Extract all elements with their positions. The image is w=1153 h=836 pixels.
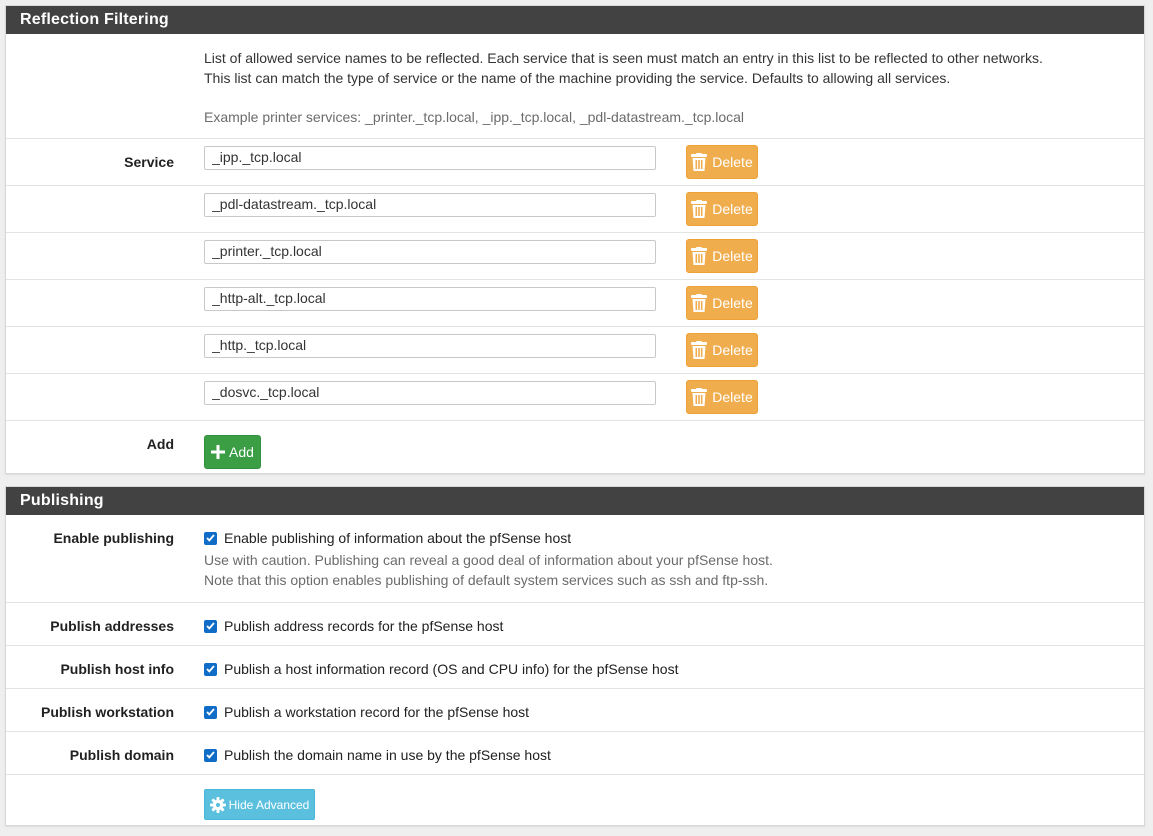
trash-icon (691, 388, 708, 406)
delete-label: Delete (712, 248, 753, 264)
enable-publishing-checkbox[interactable] (204, 531, 217, 545)
service-row: Delete (6, 233, 1144, 280)
publish-domain-content: Publish the domain name in use by the pf… (204, 747, 551, 763)
add-button[interactable]: Add (204, 435, 261, 469)
panel-title-publishing: Publishing (6, 487, 1144, 515)
reflection-description-row: List of allowed service names to be refl… (6, 34, 1144, 139)
publish-workstation-content: Publish a workstation record for the pfS… (204, 704, 529, 720)
delete-label: Delete (712, 295, 753, 311)
publish-addresses-content: Publish address records for the pfSense … (204, 618, 503, 634)
publish-domain-row: Publish domain Publish the domain name i… (6, 732, 1144, 775)
plus-icon (211, 445, 226, 459)
service-input[interactable] (204, 146, 656, 170)
service-row: Delete (6, 327, 1144, 374)
publish-addresses-label: Publish addresses (50, 618, 174, 634)
delete-button[interactable]: Delete (686, 192, 758, 226)
publish-hinfo-content: Publish a host information record (OS an… (204, 661, 678, 677)
trash-icon (691, 294, 708, 312)
service-input[interactable] (204, 334, 656, 358)
publish-workstation-row: Publish workstation Publish a workstatio… (6, 689, 1144, 732)
check-icon (206, 622, 215, 630)
add-row: Add Add (6, 421, 1144, 473)
enable-publishing-label: Enable publishing (53, 530, 174, 546)
delete-label: Delete (712, 201, 753, 217)
service-input[interactable] (204, 240, 656, 264)
publish-addresses-row: Publish addresses Publish address record… (6, 603, 1144, 646)
reflection-description-line2: This list can match the type of service … (204, 70, 951, 86)
publish-workstation-checkbox-line[interactable]: Publish a workstation record for the pfS… (204, 704, 529, 720)
trash-icon (691, 200, 708, 218)
trash-icon (691, 153, 708, 171)
panel-title-reflection: Reflection Filtering (6, 6, 1144, 34)
publish-domain-checkbox-line[interactable]: Publish the domain name in use by the pf… (204, 747, 551, 763)
trash-icon (691, 247, 708, 265)
delete-label: Delete (712, 389, 753, 405)
delete-label: Delete (712, 342, 753, 358)
publish-workstation-text: Publish a workstation record for the pfS… (224, 704, 530, 720)
publish-domain-checkbox[interactable] (204, 748, 217, 762)
check-icon (206, 751, 215, 759)
service-row: Service Delete (6, 139, 1144, 186)
add-label: Add (146, 436, 174, 452)
delete-button[interactable]: Delete (686, 286, 758, 320)
enable-publishing-help-line1: Use with caution. Publishing can reveal … (204, 552, 773, 568)
publish-workstation-label: Publish workstation (40, 704, 174, 720)
service-input[interactable] (204, 381, 656, 405)
trash-icon (691, 341, 708, 359)
enable-publishing-text: Enable publishing of information about t… (224, 530, 572, 546)
publish-hinfo-label: Publish host info (60, 661, 174, 677)
enable-publishing-content: Enable publishing of information about t… (204, 530, 773, 590)
service-row: Delete (6, 186, 1144, 233)
publish-workstation-checkbox[interactable] (204, 705, 217, 719)
service-row: Delete (6, 374, 1144, 421)
gear-icon (209, 796, 226, 813)
publish-addresses-checkbox[interactable] (204, 619, 217, 633)
reflection-example: Example printer services: _printer._tcp.… (204, 109, 745, 125)
publish-domain-text: Publish the domain name in use by the pf… (224, 747, 551, 763)
service-label: Service (124, 154, 174, 170)
hide-advanced-label: Hide Advanced (228, 797, 310, 812)
publish-addresses-text: Publish address records for the pfSense … (224, 618, 504, 634)
service-input[interactable] (204, 287, 656, 311)
hide-advanced-button[interactable]: Hide Advanced (204, 789, 315, 820)
enable-publishing-checkbox-line[interactable]: Enable publishing of information about t… (204, 530, 773, 546)
reflection-filtering-panel: Reflection Filtering List of allowed ser… (5, 5, 1145, 474)
service-row: Delete (6, 280, 1144, 327)
reflection-description: List of allowed service names to be refl… (204, 48, 1043, 127)
publish-domain-label: Publish domain (69, 747, 174, 763)
delete-button[interactable]: Delete (686, 239, 758, 273)
add-button-label: Add (229, 444, 254, 460)
check-icon (206, 534, 215, 542)
service-input[interactable] (204, 193, 656, 217)
publishing-panel: Publishing Enable publishing Enable publ… (5, 486, 1145, 826)
delete-button[interactable]: Delete (686, 380, 758, 414)
check-icon (206, 665, 215, 673)
check-icon (206, 708, 215, 716)
delete-button[interactable]: Delete (686, 145, 758, 179)
publish-hinfo-text: Publish a host information record (OS an… (224, 661, 679, 677)
delete-label: Delete (712, 154, 753, 170)
reflection-description-line1: List of allowed service names to be refl… (204, 50, 1043, 66)
publish-addresses-checkbox-line[interactable]: Publish address records for the pfSense … (204, 618, 503, 634)
enable-publishing-row: Enable publishing Enable publishing of i… (6, 515, 1144, 603)
delete-button[interactable]: Delete (686, 333, 758, 367)
publish-hinfo-checkbox[interactable] (204, 662, 217, 676)
enable-publishing-help-line2: Note that this option enables publishing… (204, 572, 769, 588)
publish-hinfo-row: Publish host info Publish a host informa… (6, 646, 1144, 689)
advanced-row: Hide Advanced (6, 775, 1144, 825)
publish-hinfo-checkbox-line[interactable]: Publish a host information record (OS an… (204, 661, 678, 677)
